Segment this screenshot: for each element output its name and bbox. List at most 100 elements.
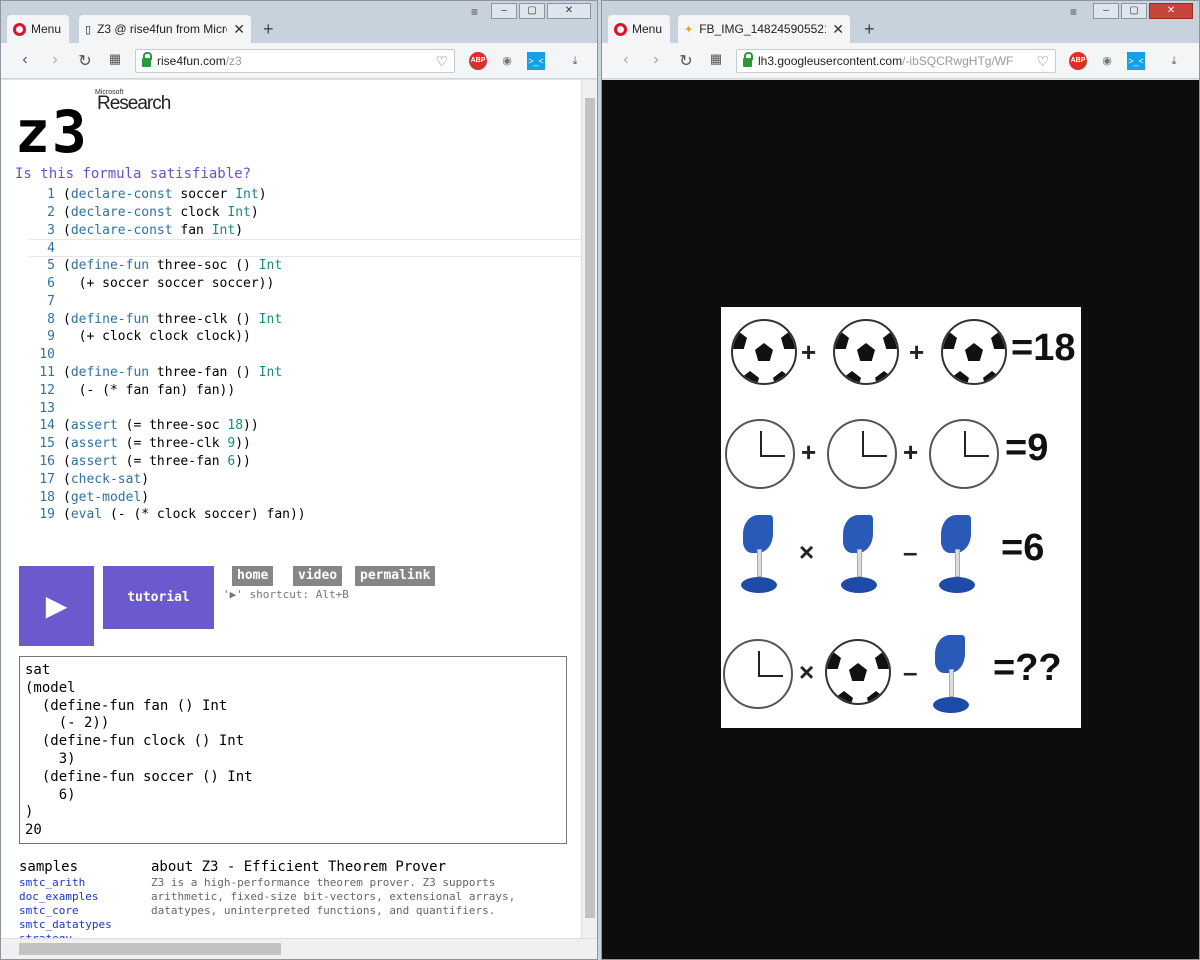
code-line[interactable]: 7 bbox=[29, 293, 581, 311]
new-tab-icon[interactable]: + bbox=[263, 19, 274, 40]
sample-link[interactable]: doc_examples bbox=[19, 890, 112, 904]
forward-icon[interactable]: › bbox=[45, 51, 65, 69]
speed-dial-icon[interactable]: ▦ bbox=[105, 51, 125, 67]
output-line: 20 bbox=[25, 822, 42, 839]
scroll-thumb-h[interactable] bbox=[19, 943, 281, 955]
line-number: 15 bbox=[39, 436, 55, 452]
left-browser-window: Menu ▯ Z3 @ rise4fun from Micros ✕ + ≡ –… bbox=[0, 0, 598, 960]
code-line[interactable]: 17 (check-sat) bbox=[29, 471, 581, 489]
code-line[interactable]: 18 (get-model) bbox=[29, 489, 581, 507]
soccer-ball-icon bbox=[941, 319, 1007, 385]
output-line: (- 2)) bbox=[25, 715, 110, 732]
code-line[interactable]: 11 (define-fun three-fan () Int bbox=[29, 364, 581, 382]
extension-icon[interactable]: >_< bbox=[527, 52, 545, 70]
minimize-icon[interactable]: – bbox=[491, 3, 517, 19]
puzzle-row-1: + + =18 bbox=[721, 307, 1081, 397]
sample-link[interactable]: smtc_arith bbox=[19, 876, 112, 890]
forward-icon[interactable]: › bbox=[646, 51, 666, 69]
extension-icon[interactable]: >_< bbox=[1127, 52, 1145, 70]
scroll-thumb[interactable] bbox=[585, 98, 595, 918]
code-line[interactable]: 13 bbox=[29, 400, 581, 418]
minus-sign: – bbox=[903, 537, 918, 567]
download-icon[interactable]: ⤓ bbox=[566, 52, 584, 70]
code-line[interactable]: 12 (- (* fan fan) fan)) bbox=[29, 382, 581, 400]
menu-label: Menu bbox=[31, 22, 62, 36]
code-text: (eval (- (* clock soccer) fan)) bbox=[63, 507, 306, 523]
line-number: 14 bbox=[39, 418, 55, 434]
code-line[interactable]: 14 (assert (= three-soc 18)) bbox=[29, 417, 581, 435]
about-heading: about Z3 - Efficient Theorem Prover bbox=[151, 859, 447, 875]
opera-menu-button-right[interactable]: Menu bbox=[608, 15, 670, 43]
code-line[interactable]: 19 (eval (- (* clock soccer) fan)) bbox=[29, 506, 581, 524]
back-icon[interactable]: ‹ bbox=[616, 51, 636, 69]
code-line[interactable]: 4 bbox=[29, 239, 581, 258]
shortcut-hint: '▶' shortcut: Alt+B bbox=[223, 588, 349, 601]
adblock-icon[interactable]: ABP bbox=[1069, 52, 1087, 70]
code-line[interactable]: 2 (declare-const clock Int) bbox=[29, 204, 581, 222]
line-number: 9 bbox=[47, 329, 55, 345]
code-line[interactable]: 8 (define-fun three-clk () Int bbox=[29, 311, 581, 329]
tab-menu-icon[interactable]: ≡ bbox=[1070, 5, 1077, 19]
bookmark-heart-icon[interactable]: ♡ bbox=[435, 53, 448, 70]
reload-icon[interactable]: ↻ bbox=[676, 51, 696, 71]
close-window-icon[interactable]: ✕ bbox=[1149, 3, 1193, 19]
line-number: 4 bbox=[47, 241, 55, 257]
close-tab-icon[interactable]: ✕ bbox=[233, 21, 245, 38]
row2-result: =9 bbox=[1005, 427, 1049, 469]
code-text: (declare-const fan Int) bbox=[63, 222, 244, 238]
rss-icon[interactable]: ◉ bbox=[1098, 52, 1116, 70]
code-text: (assert (= three-clk 9)) bbox=[63, 436, 251, 452]
permalink-link[interactable]: permalink bbox=[355, 566, 436, 586]
code-line[interactable]: 5 (define-fun three-soc () Int bbox=[29, 257, 581, 275]
right-browser-window: Menu ✦ FB_IMG_1482459055211.jp ✕ + ≡ – ▢… bbox=[601, 0, 1200, 960]
close-window-icon[interactable]: ✕ bbox=[547, 3, 591, 19]
opera-menu-button[interactable]: Menu bbox=[7, 15, 69, 43]
video-link[interactable]: video bbox=[293, 566, 343, 586]
adblock-icon[interactable]: ABP bbox=[469, 52, 487, 70]
minus-sign: – bbox=[903, 657, 918, 687]
rss-icon[interactable]: ◉ bbox=[498, 52, 516, 70]
tutorial-button[interactable]: tutorial bbox=[103, 566, 214, 629]
output-line: (define-fun soccer () Int bbox=[25, 768, 253, 785]
clock-icon bbox=[827, 419, 897, 489]
research-label: Research bbox=[97, 93, 171, 114]
tab-image[interactable]: ✦ FB_IMG_1482459055211.jp ✕ bbox=[678, 15, 850, 43]
horizontal-scrollbar[interactable] bbox=[1, 938, 597, 959]
code-line[interactable]: 1 (declare-const soccer Int) bbox=[29, 186, 581, 204]
close-tab-icon[interactable]: ✕ bbox=[832, 21, 844, 38]
soccer-ball-icon bbox=[833, 319, 899, 385]
vertical-scrollbar[interactable] bbox=[581, 80, 597, 938]
code-line[interactable]: 10 bbox=[29, 346, 581, 364]
row1-result: =18 bbox=[1011, 327, 1076, 369]
reload-icon[interactable]: ↻ bbox=[75, 51, 95, 71]
plus-sign: + bbox=[801, 437, 817, 467]
tab-z3[interactable]: ▯ Z3 @ rise4fun from Micros ✕ bbox=[79, 15, 251, 43]
code-editor[interactable]: 1 (declare-const soccer Int) 2 (declare-con… bbox=[29, 186, 581, 524]
output-line: sat bbox=[25, 662, 51, 678]
sample-link[interactable]: smtc_core bbox=[19, 904, 112, 918]
run-button[interactable]: ▶ bbox=[19, 566, 94, 646]
code-line[interactable]: 15 (assert (= three-clk 9)) bbox=[29, 435, 581, 453]
line-number: 10 bbox=[39, 347, 55, 363]
back-icon[interactable]: ‹ bbox=[15, 51, 35, 69]
maximize-icon[interactable]: ▢ bbox=[1121, 3, 1147, 19]
code-line[interactable]: 9 (+ clock clock clock)) bbox=[29, 328, 581, 346]
speed-dial-icon[interactable]: ▦ bbox=[706, 51, 726, 67]
maximize-icon[interactable]: ▢ bbox=[519, 3, 545, 19]
code-line[interactable]: 6 (+ soccer soccer soccer)) bbox=[29, 275, 581, 293]
sample-link[interactable]: smtc_datatypes bbox=[19, 918, 112, 932]
plus-sign: + bbox=[903, 437, 919, 467]
clock-icon bbox=[929, 419, 999, 489]
tab-menu-icon[interactable]: ≡ bbox=[471, 5, 478, 19]
new-tab-icon[interactable]: + bbox=[864, 19, 875, 40]
address-bar[interactable]: lh3.googleusercontent.com/-ibSQCRwgHTg/W… bbox=[736, 49, 1056, 73]
home-link[interactable]: home bbox=[232, 566, 274, 586]
code-line[interactable]: 3 (declare-const fan Int) bbox=[29, 222, 581, 240]
download-icon[interactable]: ⤓ bbox=[1165, 52, 1183, 70]
line-number: 11 bbox=[39, 364, 55, 380]
minimize-icon[interactable]: – bbox=[1093, 3, 1119, 19]
bookmark-heart-icon[interactable]: ♡ bbox=[1036, 53, 1049, 70]
address-bar[interactable]: rise4fun.com/z3 ♡ bbox=[135, 49, 455, 73]
line-number: 12 bbox=[39, 382, 55, 398]
code-line[interactable]: 16 (assert (= three-fan 6)) bbox=[29, 453, 581, 471]
